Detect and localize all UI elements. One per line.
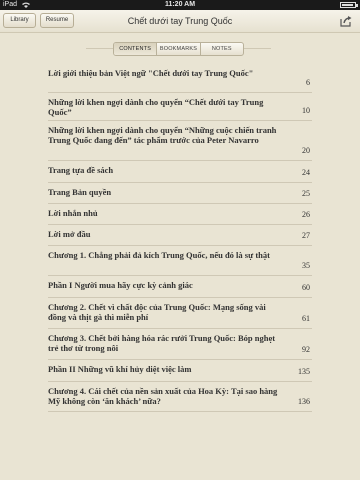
toc-page: 135 [298, 367, 310, 376]
toc-title: Lời nhắn nhủ [48, 208, 98, 218]
toc-page: 136 [298, 397, 310, 406]
toc-row[interactable]: Chương 4. Cái chết của nền sản xuất của … [48, 382, 312, 412]
toc-row[interactable]: Chương 2. Chết vì chất độc của Trung Quố… [48, 298, 312, 329]
bottom-fade [0, 430, 360, 480]
toolbar: Library Resume Chết dưới tay Trung Quốc [0, 10, 360, 33]
toc-page: 24 [302, 168, 310, 177]
tab-divider-left [86, 48, 113, 49]
toc-page: 60 [302, 283, 310, 292]
toc-row[interactable]: Chương 3. Chết bởi hàng hóa rác rưởi Tru… [48, 329, 312, 360]
toc-row[interactable]: Những lời khen ngợi dành cho quyển “Chết… [48, 93, 312, 121]
toc-title: Chương 3. Chết bởi hàng hóa rác rưởi Tru… [48, 333, 276, 353]
toc-row[interactable]: Phần I Người mua hãy cực kỳ cảnh giác 60 [48, 276, 312, 298]
view-tabs: CONTENTS BOOKMARKS NOTES [113, 42, 244, 56]
status-bar: iPad 11:20 AM [0, 0, 360, 10]
toc-list: Lời giới thiệu bản Việt ngữ "Chết dưới t… [48, 64, 312, 412]
toc-row[interactable]: Chương 1. Chẳng phải đả kích Trung Quốc,… [48, 246, 312, 276]
share-icon[interactable] [339, 14, 353, 28]
toc-page: 26 [302, 210, 310, 219]
toc-title: Phần I Người mua hãy cực kỳ cảnh giác [48, 280, 193, 290]
toc-row[interactable]: Lời mở đầu 27 [48, 225, 312, 246]
toc-title: Những lời khen ngợi dành cho quyển “Chết… [48, 97, 264, 117]
tab-divider-right [244, 48, 271, 49]
toc-page: 27 [302, 231, 310, 240]
toc-title: Phần II Những vũ khí hủy diệt việc làm [48, 364, 192, 374]
toc-title: Chương 4. Cái chết của nền sản xuất của … [48, 386, 278, 406]
battery-icon [340, 2, 356, 8]
toc-row[interactable]: Trang tựa đề sách 24 [48, 161, 312, 183]
tab-notes[interactable]: NOTES [199, 43, 243, 55]
tab-bookmarks[interactable]: BOOKMARKS [156, 43, 199, 55]
toc-page: 10 [302, 106, 310, 115]
clock: 11:20 AM [164, 1, 196, 8]
battery-tip [356, 4, 358, 7]
toc-title: Những lời khen ngợi dành cho quyển “Nhữn… [48, 125, 277, 145]
toc-title: Trang Bản quyền [48, 187, 112, 197]
toc-title: Chương 1. Chẳng phải đả kích Trung Quốc,… [48, 250, 270, 260]
toc-row[interactable]: Lời giới thiệu bản Việt ngữ "Chết dưới t… [48, 64, 312, 93]
toc-row[interactable]: Trang Bản quyền 25 [48, 183, 312, 204]
toc-title: Chương 2. Chết vì chất độc của Trung Quố… [48, 302, 266, 322]
toc-page: 6 [306, 78, 310, 87]
toc-page: 61 [302, 314, 310, 323]
toc-row[interactable]: Những lời khen ngợi dành cho quyển “Nhữn… [48, 121, 312, 161]
toc-title: Lời mở đầu [48, 229, 91, 239]
toc-row[interactable]: Phần II Những vũ khí hủy diệt việc làm 1… [48, 360, 312, 382]
toc-page: 20 [302, 146, 310, 155]
toc-page: 92 [302, 345, 310, 354]
toc-page: 25 [302, 189, 310, 198]
book-title: Chết dưới tay Trung Quốc [127, 16, 233, 26]
toc-page: 35 [302, 261, 310, 270]
toc-title: Trang tựa đề sách [48, 165, 114, 175]
toc-title: Lời giới thiệu bản Việt ngữ "Chết dưới t… [48, 68, 254, 78]
toc-row[interactable]: Lời nhắn nhủ 26 [48, 204, 312, 225]
tab-contents[interactable]: CONTENTS [114, 43, 157, 55]
